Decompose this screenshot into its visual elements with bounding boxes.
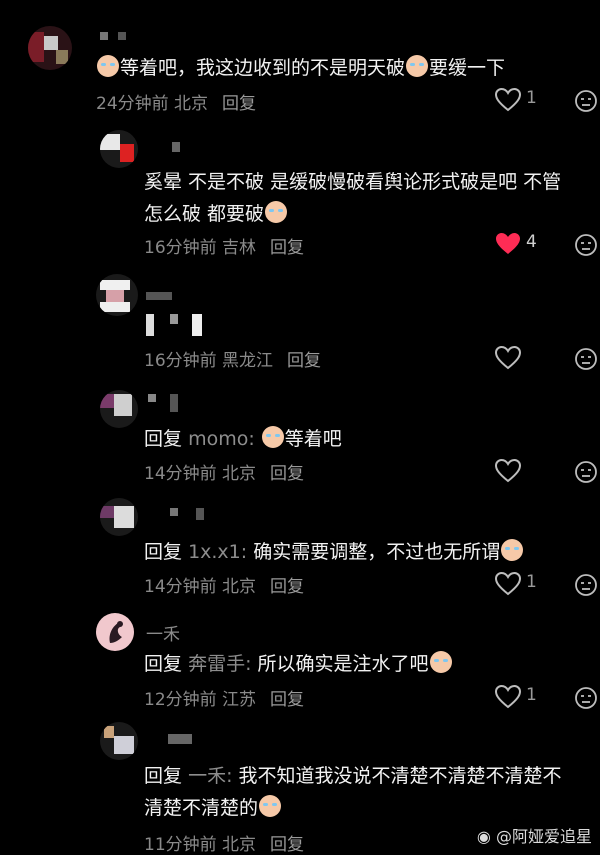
comment-text: 回复 一禾: 我不知道我没说不清楚不清楚不清楚不 清楚不清楚的 — [144, 765, 562, 819]
avatar-figure-icon — [109, 621, 123, 643]
reply-button[interactable]: 回复 — [270, 577, 304, 597]
avatar[interactable] — [100, 722, 138, 760]
crying-face-emoji — [261, 426, 284, 448]
avatar[interactable] — [28, 26, 72, 70]
like-button[interactable] — [494, 345, 554, 371]
reply-button[interactable]: 回复 — [287, 351, 321, 371]
avatar[interactable] — [100, 498, 138, 536]
heart-icon — [494, 87, 522, 112]
heart-icon — [494, 684, 522, 709]
comment-text-blurred — [170, 314, 178, 324]
timestamp: 14分钟前 — [144, 464, 217, 484]
heart-icon — [494, 571, 522, 596]
username-blurred — [148, 394, 156, 402]
like-count: 1 — [526, 88, 537, 108]
comment-meta: 24分钟前 北京 回复 — [96, 89, 256, 114]
location: 北京 — [174, 94, 209, 114]
username-blurred — [196, 508, 204, 520]
crying-face-emoji — [97, 55, 119, 77]
timestamp: 14分钟前 — [144, 577, 217, 597]
timestamp: 12分钟前 — [144, 690, 217, 710]
comment-meta: 12分钟前 江苏 回复 — [144, 685, 304, 710]
heart-icon — [494, 458, 522, 483]
dislike-face-icon[interactable] — [574, 573, 598, 597]
comment-text: 奚晕 不是不破 是缓破慢破看舆论形式破是吧 不管 怎么破 都要破 — [144, 171, 562, 225]
mention[interactable]: momo: — [188, 428, 255, 450]
avatar[interactable] — [100, 130, 138, 168]
heart-icon — [494, 345, 522, 370]
watermark: ◉ @阿娅爱追星 — [476, 827, 592, 846]
dislike-face-icon[interactable] — [574, 89, 598, 113]
like-button[interactable]: 1 — [494, 571, 554, 597]
like-button[interactable]: 1 — [494, 87, 554, 113]
like-button[interactable]: 1 — [494, 684, 554, 710]
like-button[interactable]: 4 — [494, 231, 554, 257]
comment-meta: 14分钟前 北京 回复 — [144, 459, 304, 484]
mention[interactable]: 1x.x1: — [188, 541, 247, 563]
avatar[interactable] — [100, 390, 138, 428]
avatar[interactable] — [96, 274, 138, 316]
username-blurred — [118, 32, 126, 40]
comment-text-blurred — [192, 314, 202, 336]
reply-button[interactable]: 回复 — [222, 94, 256, 114]
username-blurred — [172, 142, 180, 152]
reply-button[interactable]: 回复 — [270, 238, 304, 258]
username[interactable]: 一禾 — [146, 620, 180, 645]
comment-text: 回复 1x.x1: 确实需要调整，不过也无所谓 — [144, 536, 524, 568]
crying-face-emoji — [501, 539, 524, 561]
location: 吉林 — [222, 238, 257, 258]
dislike-face-icon[interactable] — [574, 460, 598, 484]
reply-button[interactable]: 回复 — [270, 835, 304, 855]
like-count: 4 — [526, 232, 537, 252]
username-blurred — [170, 394, 178, 412]
timestamp: 16分钟前 — [144, 351, 217, 371]
crying-face-emoji — [429, 651, 452, 673]
username-blurred — [100, 32, 108, 40]
crying-face-emoji — [265, 201, 288, 223]
location: 江苏 — [222, 690, 257, 710]
heart-filled-icon — [496, 233, 520, 254]
comment-text: 回复 奔雷手: 所以确实是注水了吧 — [144, 648, 453, 680]
location: 黑龙江 — [222, 351, 274, 371]
comment-text: 等着吧，我这边收到的不是明天破 要缓一下 — [96, 52, 505, 84]
comment-text-blurred — [146, 314, 154, 336]
dislike-face-icon[interactable] — [574, 686, 598, 710]
location: 北京 — [222, 577, 257, 597]
comment-meta: 16分钟前 吉林 回复 — [144, 233, 304, 258]
comment-text: 回复 momo: 等着吧 — [144, 426, 342, 450]
location: 北京 — [222, 464, 257, 484]
crying-face-emoji — [259, 795, 282, 817]
username-blurred — [168, 734, 192, 744]
comment-meta: 16分钟前 黑龙江 回复 — [144, 346, 321, 371]
like-count: 1 — [526, 572, 537, 592]
timestamp: 11分钟前 — [144, 835, 217, 855]
username-blurred — [146, 292, 172, 300]
timestamp: 24分钟前 — [96, 94, 169, 114]
location: 北京 — [222, 835, 257, 855]
timestamp: 16分钟前 — [144, 238, 217, 258]
mention[interactable]: 一禾: — [188, 765, 232, 787]
reply-button[interactable]: 回复 — [270, 464, 304, 484]
comment-meta: 11分钟前 北京 回复 — [144, 830, 304, 855]
dislike-face-icon[interactable] — [574, 347, 598, 371]
mention[interactable]: 奔雷手: — [188, 653, 251, 675]
comment-meta: 14分钟前 北京 回复 — [144, 572, 304, 597]
dislike-face-icon[interactable] — [574, 233, 598, 257]
username-blurred — [170, 508, 178, 516]
weibo-icon: ◉ — [476, 827, 491, 846]
crying-face-emoji — [406, 55, 429, 77]
like-count: 1 — [526, 685, 537, 705]
like-button[interactable] — [494, 458, 554, 484]
reply-button[interactable]: 回复 — [270, 690, 304, 710]
avatar[interactable] — [96, 613, 134, 651]
